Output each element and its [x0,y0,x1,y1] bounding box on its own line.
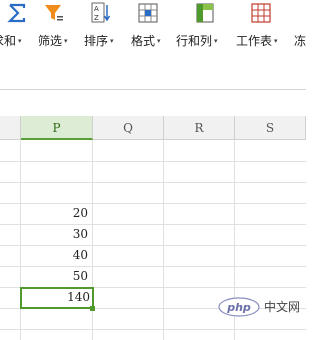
sum-icon [7,3,26,23]
sort-button[interactable]: A Z 排序 ▾ [84,0,126,70]
column-header-r[interactable]: R [164,116,235,140]
corner-header [0,116,21,140]
format-button[interactable]: 格式 ▾ [131,0,173,70]
cell-p-value[interactable]: 20 [21,203,92,224]
worksheet-label: 工作表 [236,34,273,48]
sort-label: 排序 [84,34,109,48]
grid-line [163,140,164,340]
format-label: 格式 [131,34,156,48]
php-logo-icon: php [218,297,260,317]
fill-handle[interactable] [90,306,95,311]
column-header-s[interactable]: S [235,116,306,140]
format-icon [138,3,158,23]
grid-line [0,161,306,162]
chevron-down-icon: ▾ [157,37,161,45]
watermark-text: 中文网 [264,300,301,314]
chevron-down-icon: ▾ [214,37,218,45]
chevron-down-icon: ▾ [64,37,68,45]
rows-columns-icon [196,3,214,23]
grid-line [0,182,306,183]
filter-icon [45,5,63,21]
filter-label: 筛选 [38,34,63,48]
worksheet-button[interactable]: 工作表 ▾ [236,0,290,70]
filter-button[interactable]: 筛选 ▾ [38,0,80,70]
chevron-down-icon: ▾ [274,37,278,45]
ribbon-toolbar: 求和▾ 筛选▾ A Z 排序▾ 格式▾ [0,0,306,90]
chevron-down-icon: ▾ [18,37,22,45]
rows-columns-button[interactable]: 行和列 ▾ [176,0,230,70]
sum-button[interactable]: 求和▾ [0,0,32,70]
cell-p-value[interactable]: 40 [21,245,92,266]
sum-label: 求和 [0,34,17,48]
freeze-button[interactable]: 冻 [294,0,306,70]
spreadsheet-grid: P Q R S 20 30 40 50 140 [0,116,306,340]
formula-area-gap [0,90,306,116]
worksheet-icon [251,3,271,23]
svg-text:A: A [94,5,99,13]
svg-text:Z: Z [94,14,99,22]
rows-columns-label: 行和列 [176,34,213,48]
cell-p-value[interactable]: 30 [21,224,92,245]
column-header-q[interactable]: Q [93,116,164,140]
grid-line [0,329,306,330]
freeze-label: 冻 [294,34,306,48]
selected-cell-sum[interactable]: 140 [20,287,94,309]
php-logo-text: php [226,301,251,314]
chevron-down-icon: ▾ [110,37,114,45]
column-header-p[interactable]: P [21,116,93,140]
sort-icon: A Z [91,2,111,23]
cell-p-value[interactable]: 50 [21,266,92,287]
